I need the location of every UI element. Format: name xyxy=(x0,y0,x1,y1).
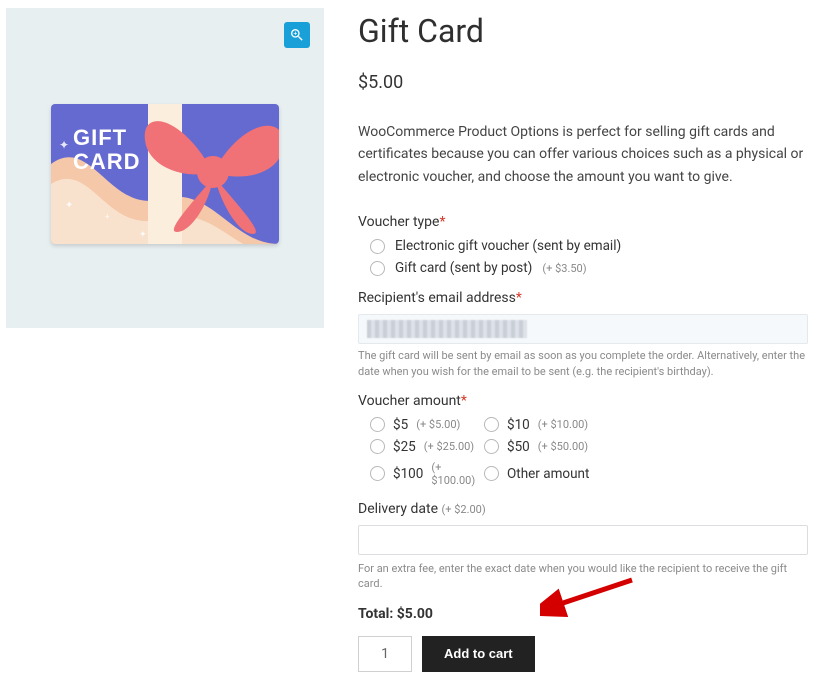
delivery-date-field: Delivery date (+ $2.00) For an extra fee… xyxy=(358,501,808,592)
voucher-type-field: Voucher type* Electronic gift voucher (s… xyxy=(358,214,808,276)
radio-icon xyxy=(484,417,499,432)
recipient-email-label: Recipient's email address* xyxy=(358,290,808,306)
add-to-cart-button[interactable]: Add to cart xyxy=(422,636,535,672)
voucher-amount-label: Voucher amount* xyxy=(358,393,808,409)
bow-icon xyxy=(131,104,279,244)
radio-icon xyxy=(484,439,499,454)
card-line1: GIFT xyxy=(73,125,127,150)
product-details: Gift Card $5.00 WooCommerce Product Opti… xyxy=(358,8,816,672)
delivery-date-label: Delivery date (+ $2.00) xyxy=(358,501,808,517)
delivery-date-input[interactable] xyxy=(358,525,808,555)
amount-option-10[interactable]: $10 (+ $10.00) xyxy=(484,417,634,433)
amount-option-5[interactable]: $5 (+ $5.00) xyxy=(370,417,480,433)
radio-icon xyxy=(370,466,385,481)
sparkle-icon: + xyxy=(105,212,110,221)
voucher-type-option-post[interactable]: Gift card (sent by post) (+ $3.50) xyxy=(358,260,808,276)
amount-option-25[interactable]: $25 (+ $25.00) xyxy=(370,439,480,455)
recipient-email-input[interactable] xyxy=(358,314,808,344)
amount-option-100[interactable]: $100 (+ $100.00) xyxy=(370,461,480,487)
amount-option-other[interactable]: Other amount xyxy=(484,461,634,487)
magnify-plus-icon xyxy=(289,27,305,43)
card-text: GIFT CARD xyxy=(73,126,141,174)
voucher-type-label: Voucher type* xyxy=(358,214,808,230)
total-line: Total: $5.00 xyxy=(358,606,808,622)
product-title: Gift Card xyxy=(358,12,808,50)
recipient-email-helper: The gift card will be sent by email as s… xyxy=(358,348,808,379)
product-price: $5.00 xyxy=(358,72,808,93)
product-image-panel: GIFT CARD ✦ ✦ + ✦ xyxy=(6,8,324,328)
card-line2: CARD xyxy=(73,149,141,174)
product-description: WooCommerce Product Options is perfect f… xyxy=(358,121,808,188)
redacted-text xyxy=(367,320,527,338)
delivery-date-helper: For an extra fee, enter the exact date w… xyxy=(358,561,808,592)
radio-icon xyxy=(370,239,385,254)
cart-actions: 1 Add to cart xyxy=(358,636,808,672)
sparkle-icon: ✦ xyxy=(59,138,69,152)
gift-card-image: GIFT CARD ✦ ✦ + ✦ xyxy=(51,104,279,244)
voucher-amount-field: Voucher amount* $5 (+ $5.00) $10 (+ $10.… xyxy=(358,393,808,487)
sparkle-icon: ✦ xyxy=(139,230,147,240)
radio-icon xyxy=(370,261,385,276)
amount-option-50[interactable]: $50 (+ $50.00) xyxy=(484,439,634,455)
radio-icon xyxy=(370,417,385,432)
radio-icon xyxy=(484,466,499,481)
zoom-button[interactable] xyxy=(284,22,310,48)
quantity-stepper[interactable]: 1 xyxy=(358,636,412,672)
sparkle-icon: ✦ xyxy=(65,200,73,211)
radio-icon xyxy=(370,439,385,454)
voucher-type-option-electronic[interactable]: Electronic gift voucher (sent by email) xyxy=(358,238,808,254)
recipient-email-field: Recipient's email address* The gift card… xyxy=(358,290,808,379)
